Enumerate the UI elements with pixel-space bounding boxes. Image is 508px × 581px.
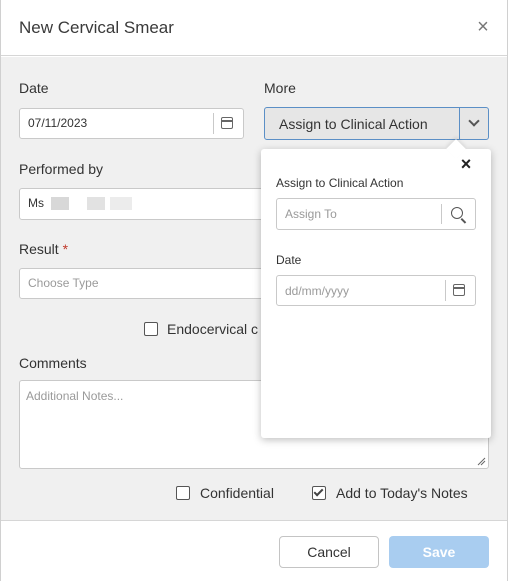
assign-divider xyxy=(441,204,442,224)
date-label: Date xyxy=(19,80,49,96)
redacted-name xyxy=(86,197,105,211)
assign-clinical-action-button[interactable]: Assign to Clinical Action xyxy=(264,107,489,140)
endocervical-label: Endocervical c xyxy=(167,321,259,337)
performed-by-label: Performed by xyxy=(19,161,104,177)
result-placeholder: Choose Type xyxy=(28,276,99,290)
calendar-icon[interactable] xyxy=(221,117,233,129)
close-icon[interactable]: × xyxy=(473,17,493,37)
date-input[interactable]: 07/11/2023 xyxy=(19,108,244,139)
dialog-header: New Cervical Smear × xyxy=(1,0,507,56)
search-icon[interactable] xyxy=(451,207,463,219)
calendar-icon[interactable] xyxy=(453,284,465,296)
more-divider xyxy=(459,108,460,139)
dialog-footer: Cancel Save xyxy=(1,520,507,581)
chevron-down-icon[interactable] xyxy=(468,115,480,127)
popover-date-input[interactable]: dd/mm/yyyy xyxy=(276,275,476,306)
endocervical-checkbox[interactable] xyxy=(144,322,158,336)
add-to-notes-label: Add to Today's Notes xyxy=(336,485,468,501)
result-label: Result * xyxy=(19,241,68,257)
assign-clinical-action-popover: × Assign to Clinical Action Assign To Da… xyxy=(261,139,491,438)
result-label-text: Result xyxy=(19,241,59,257)
dialog-title: New Cervical Smear xyxy=(19,18,174,37)
assign-to-placeholder: Assign To xyxy=(285,207,337,221)
resize-handle-icon[interactable] xyxy=(476,456,486,466)
popover-date-placeholder: dd/mm/yyyy xyxy=(285,284,350,298)
more-label: More xyxy=(264,80,296,96)
performed-by-prefix: Ms xyxy=(28,196,44,210)
date-value: 07/11/2023 xyxy=(28,116,88,130)
cancel-button[interactable]: Cancel xyxy=(279,536,379,568)
required-marker: * xyxy=(62,241,69,257)
add-to-notes-checkbox[interactable] xyxy=(312,486,326,500)
confidential-label: Confidential xyxy=(200,485,274,501)
redacted-name xyxy=(110,197,133,211)
popover-close-icon[interactable]: × xyxy=(458,155,474,173)
date-divider xyxy=(213,113,214,134)
popover-date-divider xyxy=(445,280,446,301)
confidential-checkbox[interactable] xyxy=(176,486,190,500)
comments-placeholder: Additional Notes... xyxy=(26,389,124,403)
new-cervical-smear-dialog: New Cervical Smear × Date 07/11/2023 Mor… xyxy=(0,0,508,581)
redacted-name xyxy=(51,197,70,211)
assign-to-input[interactable]: Assign To xyxy=(276,198,476,230)
checkmark-icon xyxy=(313,486,324,497)
comments-label: Comments xyxy=(19,355,87,371)
assign-to-label: Assign to Clinical Action xyxy=(276,176,404,190)
assign-clinical-action-label: Assign to Clinical Action xyxy=(279,116,428,132)
save-button[interactable]: Save xyxy=(389,536,489,568)
popover-date-label: Date xyxy=(276,253,302,267)
